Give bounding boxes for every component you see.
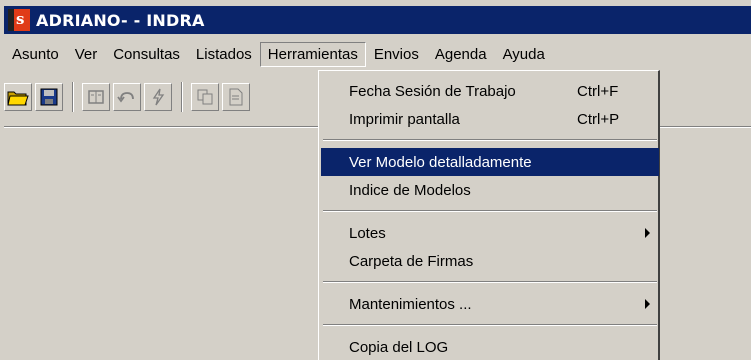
undo-icon bbox=[117, 92, 134, 103]
copy-button[interactable] bbox=[191, 83, 219, 111]
window-title: ADRIANO- - INDRA bbox=[36, 10, 205, 30]
lightning-button[interactable] bbox=[144, 83, 172, 111]
model-icon bbox=[88, 90, 104, 104]
menu-item-carpeta-firmas[interactable]: Carpeta de Firmas bbox=[321, 247, 659, 275]
menu-separator bbox=[323, 324, 657, 326]
model-button[interactable] bbox=[82, 83, 110, 111]
menu-herramientas[interactable]: Herramientas bbox=[259, 41, 366, 67]
app-logo-icon[interactable]: s bbox=[8, 9, 30, 31]
menu-separator bbox=[323, 139, 657, 141]
document-button[interactable] bbox=[222, 83, 250, 111]
menu-item-label: Lotes bbox=[349, 224, 386, 242]
title-bar[interactable]: s ADRIANO- - INDRA bbox=[4, 6, 751, 34]
copy-icon bbox=[197, 89, 213, 105]
menu-item-copia-log[interactable]: Copia del LOG bbox=[321, 333, 659, 361]
menu-item-imprimir-pantalla[interactable]: Imprimir pantalla Ctrl+P bbox=[321, 105, 659, 133]
menu-item-label: Indice de Modelos bbox=[349, 181, 471, 199]
save-icon bbox=[40, 88, 58, 106]
menu-separator bbox=[323, 210, 657, 212]
menu-separator bbox=[323, 281, 657, 283]
menu-bar: Asunto Ver Consultas Listados Herramient… bbox=[4, 40, 751, 68]
app-logo-bar bbox=[8, 9, 14, 31]
menu-asunto[interactable]: Asunto bbox=[4, 42, 67, 67]
application-window: s ADRIANO- - INDRA Asunto Ver Consultas … bbox=[0, 0, 751, 360]
toolbar-separator bbox=[181, 82, 183, 112]
menu-item-label: Copia del LOG bbox=[349, 338, 449, 356]
menu-item-label: Imprimir pantalla bbox=[349, 110, 460, 128]
open-folder-icon bbox=[7, 91, 29, 106]
menu-item-lotes[interactable]: Lotes bbox=[321, 219, 659, 247]
undo-button[interactable] bbox=[113, 83, 141, 111]
open-button[interactable] bbox=[4, 83, 32, 111]
menu-item-indice-modelos[interactable]: Indice de Modelos bbox=[321, 176, 659, 204]
menu-item-shortcut: Ctrl+P bbox=[577, 110, 620, 128]
menu-item-label: Carpeta de Firmas bbox=[349, 252, 474, 270]
lightning-icon bbox=[152, 88, 165, 106]
save-button[interactable] bbox=[35, 83, 63, 111]
document-icon bbox=[229, 88, 243, 106]
menu-consultas[interactable]: Consultas bbox=[105, 42, 188, 67]
menu-item-label: Mantenimientos ... bbox=[349, 295, 472, 313]
menu-item-label: Ver Modelo detalladamente bbox=[349, 153, 532, 171]
herramientas-dropdown-menu: Fecha Sesión de Trabajo Ctrl+F Imprimir … bbox=[318, 70, 660, 360]
submenu-arrow-icon bbox=[645, 299, 650, 309]
menu-listados[interactable]: Listados bbox=[188, 42, 260, 67]
menu-item-mantenimientos[interactable]: Mantenimientos ... bbox=[321, 290, 659, 318]
menu-item-label: Fecha Sesión de Trabajo bbox=[349, 82, 516, 100]
menu-envios[interactable]: Envios bbox=[366, 42, 427, 67]
submenu-arrow-icon bbox=[645, 228, 650, 238]
menu-agenda[interactable]: Agenda bbox=[427, 42, 495, 67]
menu-ver[interactable]: Ver bbox=[67, 42, 106, 67]
menu-item-shortcut: Ctrl+F bbox=[577, 82, 619, 100]
menu-ayuda[interactable]: Ayuda bbox=[495, 42, 553, 67]
menu-item-ver-modelo[interactable]: Ver Modelo detalladamente bbox=[321, 148, 659, 176]
menu-item-fecha-sesion[interactable]: Fecha Sesión de Trabajo Ctrl+F bbox=[321, 77, 659, 105]
toolbar-separator bbox=[72, 82, 74, 112]
app-logo-letter: s bbox=[16, 10, 25, 28]
